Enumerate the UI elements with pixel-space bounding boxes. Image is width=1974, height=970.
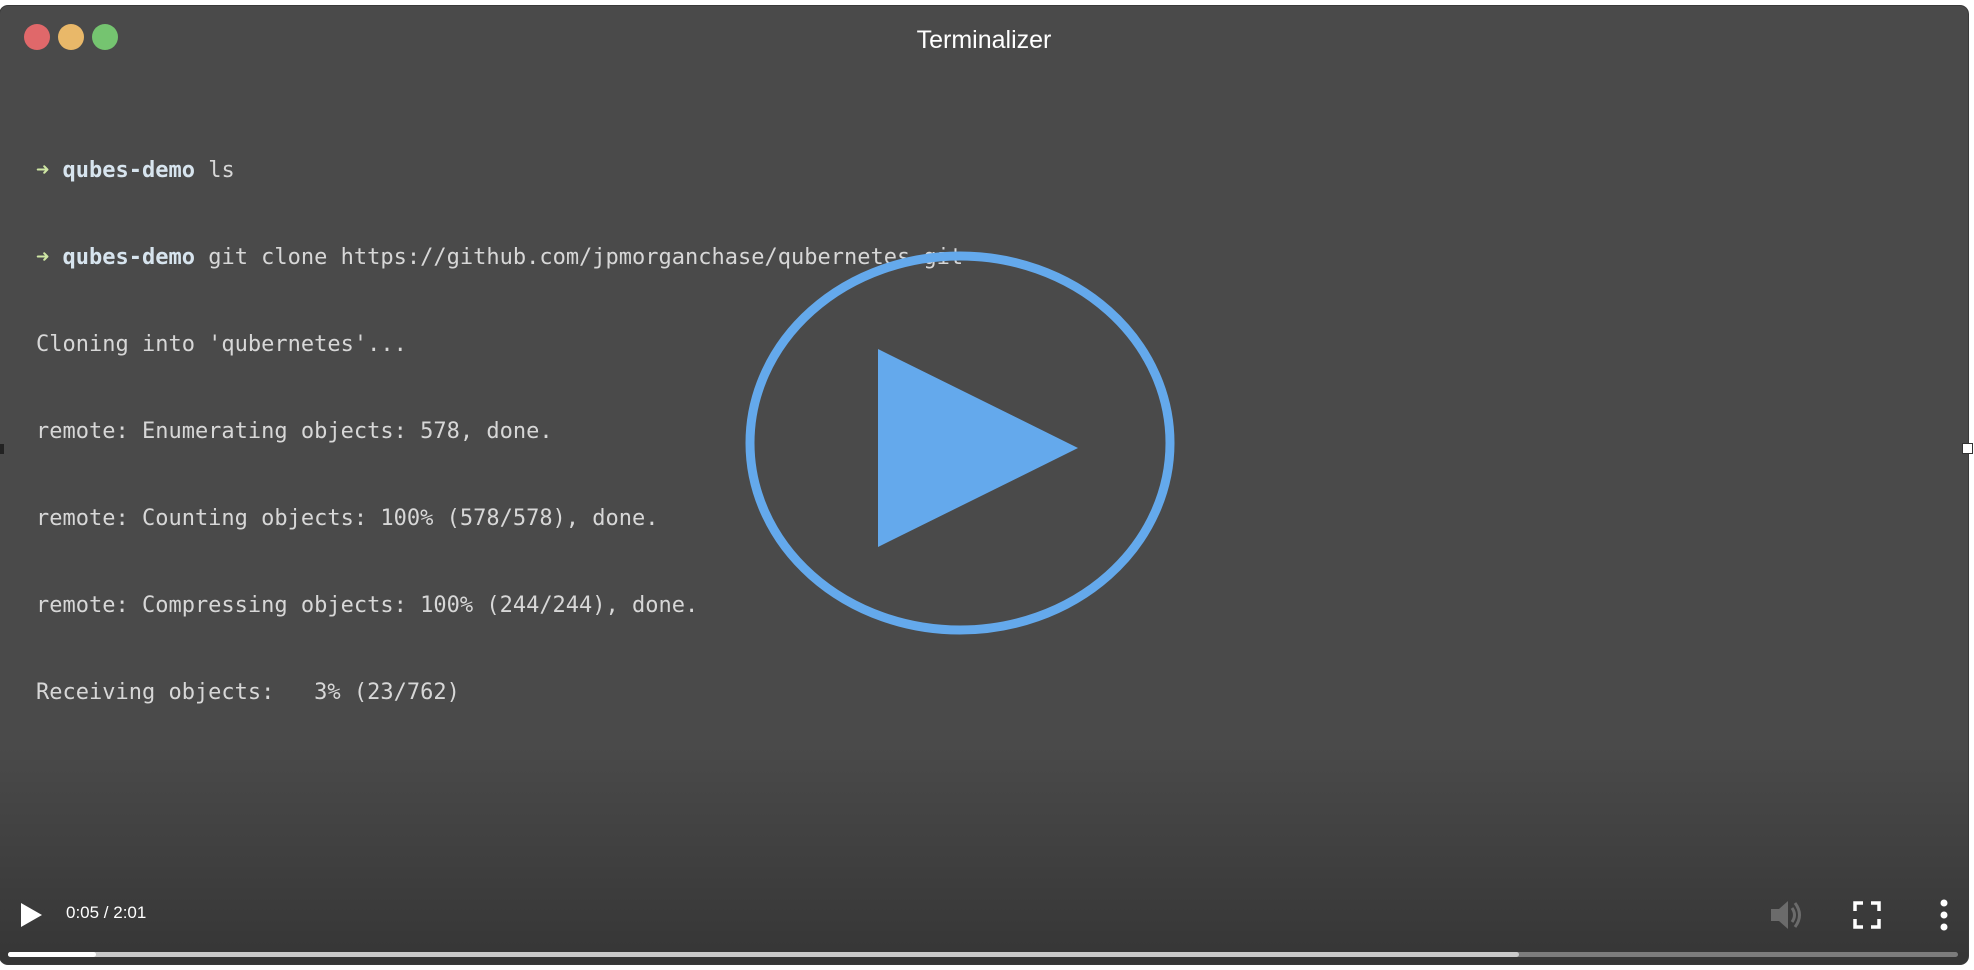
terminal-line: Receiving objects: 3% (23/762) — [36, 680, 460, 705]
command-text: ls — [194, 158, 235, 183]
more-vertical-icon[interactable] — [1936, 898, 1952, 932]
window-title: Terminalizer — [916, 26, 1052, 54]
prompt-arrow-icon: ➜ — [36, 245, 50, 270]
seek-bar-buffered — [8, 952, 1520, 957]
prompt-directory: qubes-demo — [62, 245, 195, 270]
volume-muted-icon[interactable] — [1768, 898, 1804, 932]
video-player-window: Terminalizer ➜ qubes-demo ls ➜ qubes-dem… — [0, 6, 1968, 964]
time-display: 0:05 / 2:01 — [66, 903, 147, 922]
terminal-line: ➜ qubes-demo ls — [36, 156, 963, 185]
prompt-directory: qubes-demo — [62, 158, 195, 183]
resize-handle-left[interactable] — [0, 444, 4, 454]
seek-bar-played — [8, 952, 96, 957]
seek-bar[interactable] — [8, 952, 1958, 957]
fullscreen-icon[interactable] — [1852, 900, 1882, 930]
resize-handle-right[interactable] — [1962, 443, 1973, 454]
player-controls: 0:05 / 2:01 — [0, 884, 1968, 964]
play-circle-icon[interactable] — [745, 251, 1175, 636]
title-bar: Terminalizer — [0, 6, 1968, 66]
prompt-arrow-icon: ➜ — [36, 158, 50, 183]
play-icon[interactable] — [16, 900, 46, 930]
